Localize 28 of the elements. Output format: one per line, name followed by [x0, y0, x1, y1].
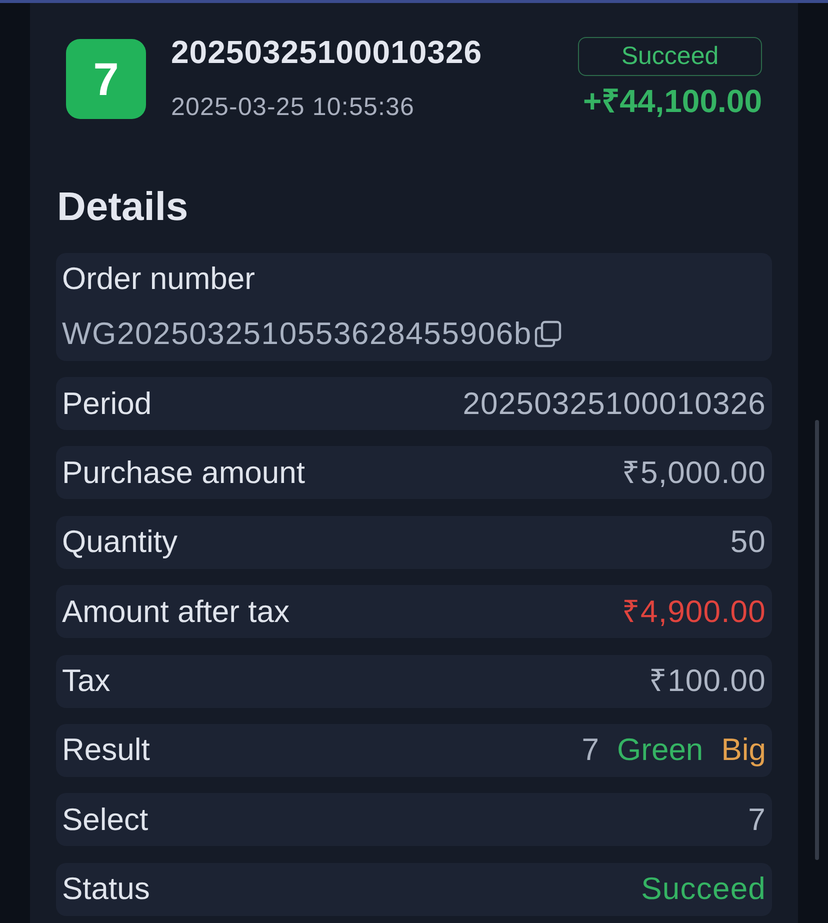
result-value: Big [721, 731, 766, 770]
row-label: Quantity [62, 524, 178, 560]
row-label: Result [62, 732, 150, 768]
row-label: Amount after tax [62, 594, 290, 630]
period-number: 20250325100010326 [171, 33, 482, 71]
row-value: ₹100.00 [648, 662, 766, 700]
copy-icon[interactable] [534, 320, 562, 348]
section-title: Details [57, 184, 188, 231]
order-number: WG2025032510553628455906b [62, 315, 532, 353]
row-value: 7 [748, 800, 766, 839]
status-badge: Succeed [578, 37, 762, 76]
row-label: Period [62, 386, 152, 422]
row-value: Succeed [641, 870, 766, 908]
scrollbar-thumb[interactable] [815, 420, 819, 860]
win-amount: +₹44,100.00 [582, 83, 762, 119]
row-label: Purchase amount [62, 454, 305, 491]
row-value: ₹4,900.00 [622, 592, 766, 631]
row-value: 20250325100010326 [462, 384, 766, 422]
field-label: Order number [62, 261, 255, 297]
row-label: Tax [62, 663, 110, 700]
timestamp: 2025-03-25 10:55:36 [171, 92, 415, 122]
result-value: 7 [582, 731, 600, 770]
number-badge: 7 [66, 39, 146, 119]
row-value: ₹5,000.00 [622, 454, 766, 492]
row-value: 50 [730, 523, 766, 562]
result-value: Green [617, 731, 704, 770]
row-label: Status [62, 871, 150, 908]
row-label: Select [62, 802, 148, 838]
